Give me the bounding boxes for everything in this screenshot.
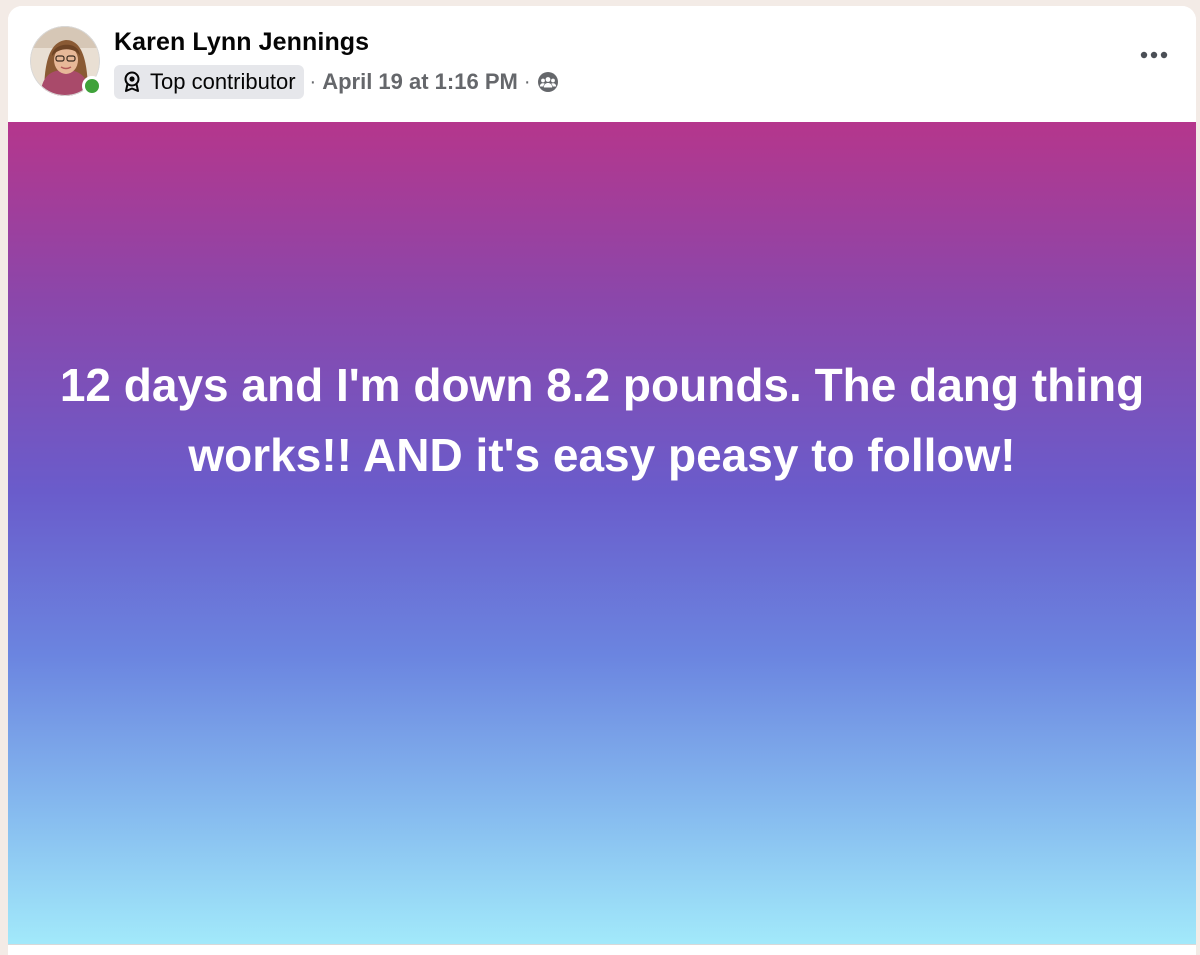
post-card: Karen Lynn Jennings Top contributor · Ap… [8, 6, 1196, 955]
online-status-indicator [82, 76, 102, 96]
group-audience-icon[interactable] [537, 71, 559, 93]
more-options-icon [1140, 51, 1168, 59]
award-icon [124, 71, 140, 92]
post-meta-row: Top contributor · April 19 at 1:16 PM · [114, 65, 559, 99]
post-body-text: 12 days and I'm down 8.2 pounds. The dan… [59, 359, 1145, 481]
more-options-button[interactable] [1134, 40, 1174, 70]
post-header: Karen Lynn Jennings Top contributor · Ap… [8, 6, 1196, 122]
badge-label: Top contributor [150, 69, 296, 94]
meta-separator: · [309, 70, 317, 93]
meta-separator: · [523, 70, 531, 93]
post-background [8, 122, 1196, 944]
author-avatar-wrapper[interactable] [30, 26, 102, 96]
post-timestamp[interactable]: April 19 at 1:16 PM [322, 69, 518, 95]
post-footer-divider [8, 944, 1196, 955]
author-name[interactable]: Karen Lynn Jennings [114, 28, 369, 57]
top-contributor-badge[interactable]: Top contributor [114, 65, 304, 99]
